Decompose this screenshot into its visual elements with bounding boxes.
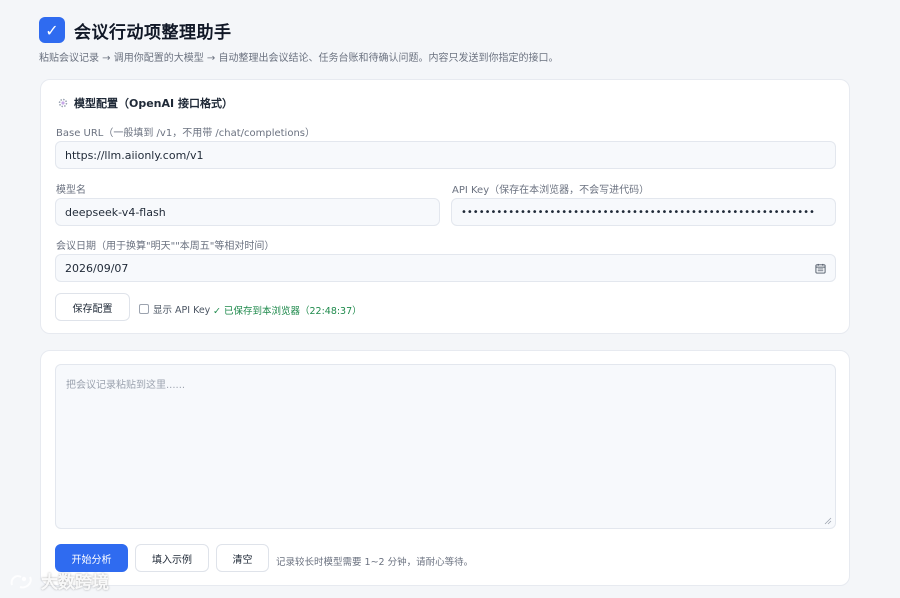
watermark-text: 大数跨境 (41, 573, 109, 593)
hint-text: 记录较长时模型需要 1~2 分钟，请耐心等待。 (276, 557, 474, 568)
show-api-key-label: 显示 API Key (153, 305, 211, 316)
gear-icon (58, 98, 68, 108)
clear-button[interactable]: 清空 (216, 544, 269, 572)
show-api-key-toggle[interactable]: 显示 API Key (139, 302, 210, 316)
meeting-notes-textarea[interactable]: 把会议记录粘贴到这里...... (55, 364, 836, 529)
model-name-label: 模型名 (56, 185, 86, 196)
watermark: 大数跨境 (8, 568, 109, 593)
show-api-key-checkbox[interactable] (139, 304, 149, 314)
meeting-date-value: 2026/09/07 (65, 261, 129, 275)
check-icon: ✓ (39, 17, 65, 43)
calendar-icon[interactable] (815, 263, 826, 274)
model-config-card: 模型配置（OpenAI 接口格式） Base URL（一般填到 /v1，不用带 … (40, 79, 850, 334)
save-config-button[interactable]: 保存配置 (55, 293, 130, 321)
app-page: ✓ 会议行动项整理助手 粘贴会议记录 → 调用你配置的大模型 → 自动整理出会议… (0, 0, 900, 598)
fill-example-button[interactable]: 填入示例 (135, 544, 209, 572)
api-key-input[interactable]: ••••••••••••••••••••••••••••••••••••••••… (451, 198, 836, 226)
page-title: 会议行动项整理助手 (74, 22, 232, 43)
api-key-label: API Key（保存在本浏览器，不会写进代码） (452, 185, 650, 196)
meeting-input-card: 把会议记录粘贴到这里...... 开始分析 填入示例 清空 记录较长时模型需要 … (40, 350, 850, 586)
section-title: 模型配置（OpenAI 接口格式） (57, 95, 233, 111)
base-url-input[interactable]: https://llm.aiionly.com/v1 (55, 141, 836, 169)
section-title-text: 模型配置（OpenAI 接口格式） (74, 97, 233, 110)
base-url-label: Base URL（一般填到 /v1，不用带 /chat/completions） (56, 128, 315, 139)
watermark-logo-icon (10, 574, 32, 588)
textarea-placeholder: 把会议记录粘贴到这里...... (66, 380, 186, 391)
model-name-input[interactable]: deepseek-v4-flash (55, 198, 440, 226)
resize-handle-icon[interactable] (824, 517, 832, 525)
meeting-date-input[interactable]: 2026/09/07 (55, 254, 836, 282)
saved-status: ✓ 已保存到本浏览器（22:48:37） (213, 306, 362, 317)
page-subtitle: 粘贴会议记录 → 调用你配置的大模型 → 自动整理出会议结论、任务台账和待确认问… (39, 53, 559, 64)
meeting-date-label: 会议日期（用于换算"明天""本周五"等相对时间） (56, 241, 275, 252)
app-header: ✓ 会议行动项整理助手 (39, 17, 232, 43)
